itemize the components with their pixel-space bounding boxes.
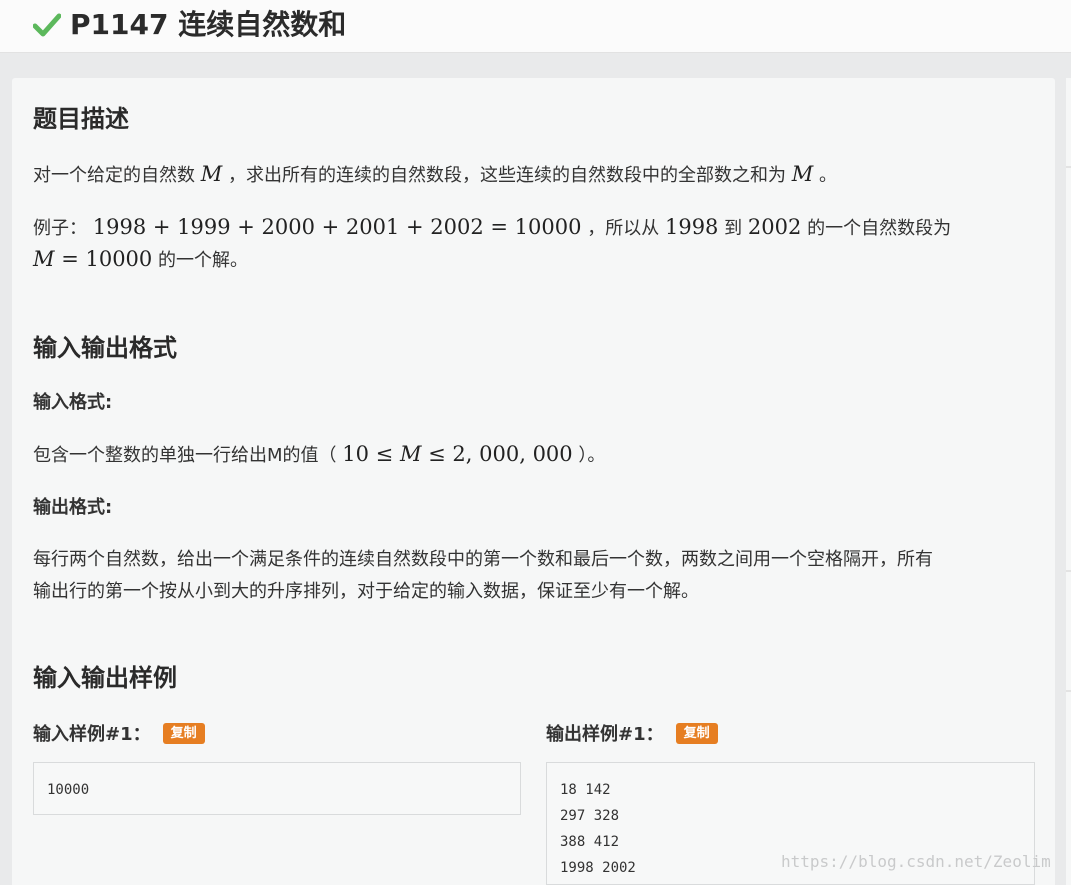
description-heading: 题目描述 xyxy=(33,105,129,133)
example-text-2: M = 10000 的一个解。 xyxy=(33,247,249,271)
problem-header: P1147 连续自然数和 xyxy=(0,0,1071,53)
input-format-label: 输入格式: xyxy=(33,392,113,413)
sample-input-box[interactable]: 10000 xyxy=(33,762,521,815)
copy-input-button[interactable]: 复制 xyxy=(162,722,205,744)
samples-heading: 输入输出样例 xyxy=(33,664,177,692)
output-format-label: 输出格式: xyxy=(33,497,113,518)
side-panel-edge xyxy=(1066,78,1071,885)
problem-title: P1147 连续自然数和 xyxy=(70,8,347,41)
watermark: https://blog.csdn.net/Zeolim xyxy=(781,852,1051,871)
sample-output-label: 输出样例#1： 复制 xyxy=(546,721,718,749)
output-format-line-2: 输出行的第一个按从小到大的升序排列，对于给定的输入数据，保证至少有一个解。 xyxy=(33,581,699,602)
description-text: 对一个给定的自然数 M ，求出所有的连续的自然数段，这些连续的自然数段中的全部数… xyxy=(33,162,837,186)
sample-input-label: 输入样例#1： 复制 xyxy=(33,721,205,749)
input-format-text: 包含一个整数的单独一行给出M的值（ 10 ≤ M ≤ 2, 000, 000 ）… xyxy=(33,442,606,466)
example-text: 例子： 1998 + 1999 + 2000 + 2001 + 2002 = 1… xyxy=(33,215,952,239)
output-format-line-1: 每行两个自然数，给出一个满足条件的连续自然数段中的第一个数和最后一个数，两数之间… xyxy=(33,549,933,570)
sample-output-line: 18 142 xyxy=(560,782,611,798)
check-icon xyxy=(33,13,61,37)
sample-input-line: 10000 xyxy=(47,782,90,798)
example-equation: 1998 + 1999 + 2000 + 2001 + 2002 = 10000 xyxy=(92,215,582,239)
io-format-heading: 输入输出格式 xyxy=(33,334,177,362)
copy-output-button[interactable]: 复制 xyxy=(675,722,718,744)
sample-output-line: 297 328 xyxy=(560,808,620,824)
